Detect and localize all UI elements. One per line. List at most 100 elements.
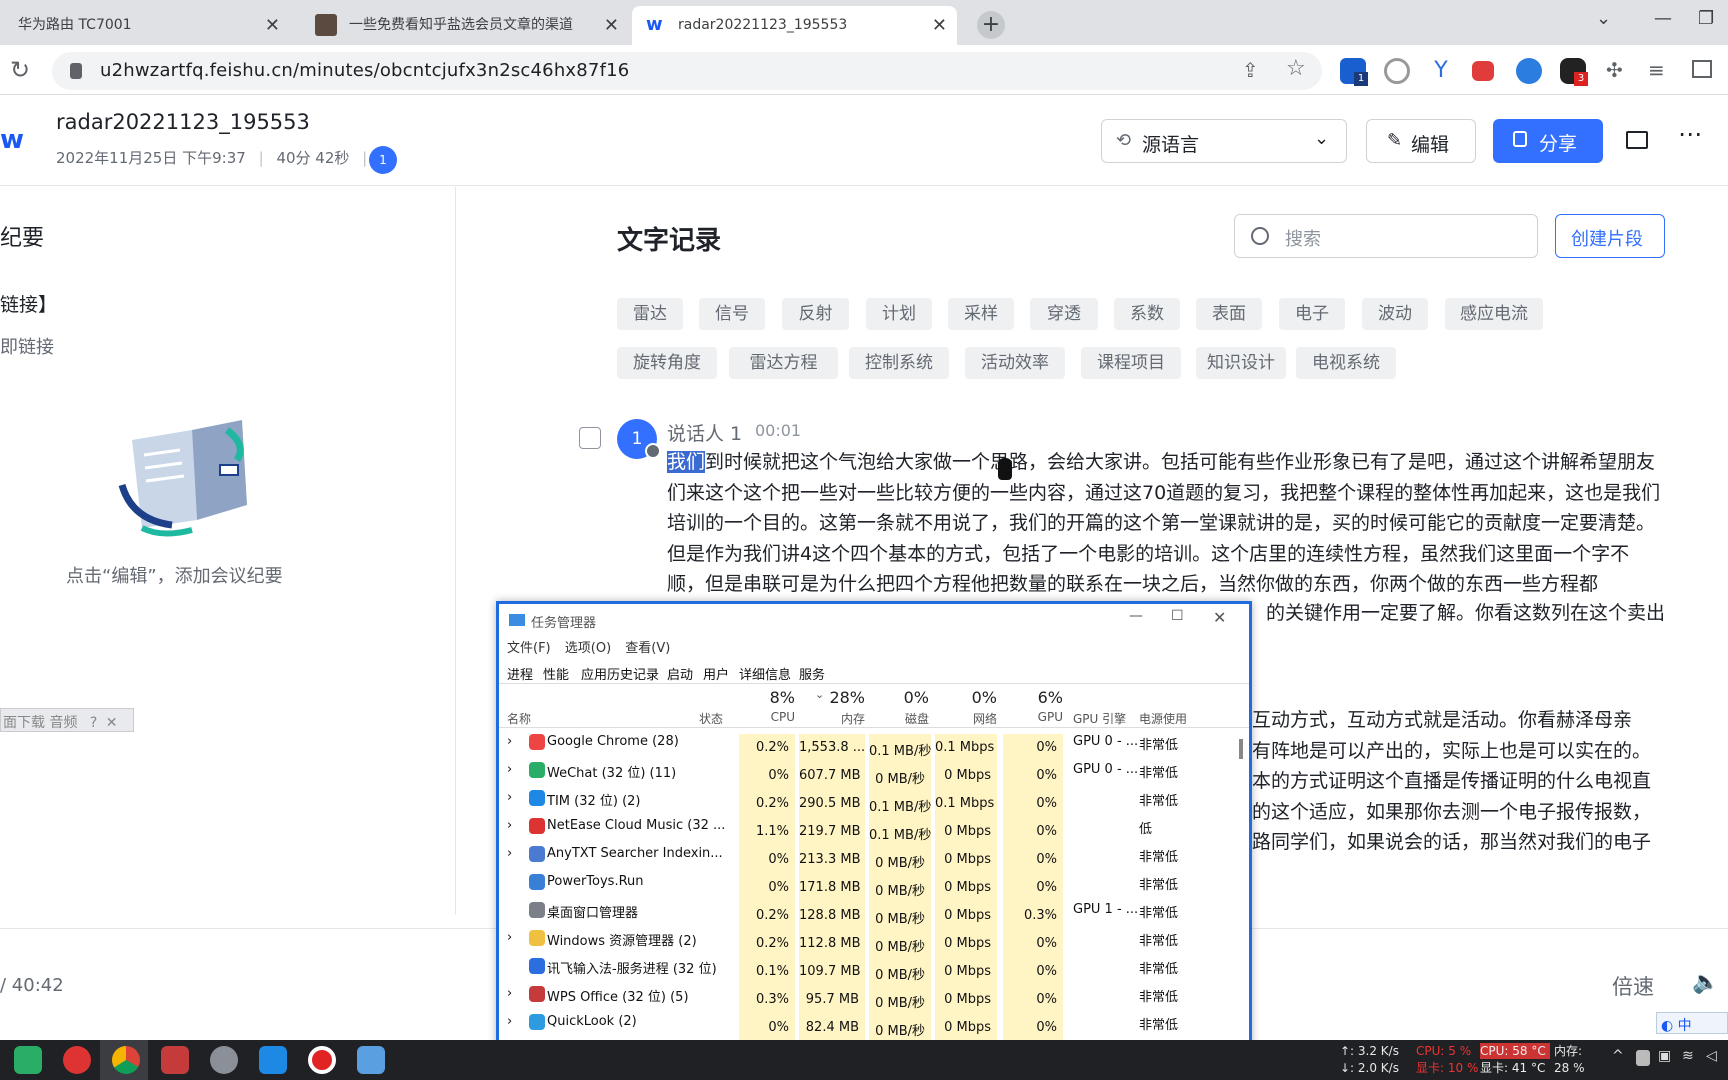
tab-app-history[interactable]: 应用历史记录 [581, 664, 659, 683]
expand-chevron-icon[interactable]: › [507, 790, 512, 805]
reading-list-icon[interactable]: ≡ [1648, 58, 1665, 82]
process-row[interactable]: › NetEase Cloud Music (32 ... 1.1% 219.7 MB… [499, 812, 1249, 846]
tray-app-icon[interactable]: ▣ [1658, 1048, 1671, 1064]
minimize-icon[interactable]: — [1654, 8, 1672, 29]
puzzle-icon[interactable]: ✣ [1606, 58, 1623, 82]
process-row[interactable]: › TIM (32 位) (2) 0.2% 290.5 MB 0.1 MB/秒 0.1 M… [499, 784, 1249, 818]
audio-download-bar[interactable]: 面下载 音频 ? ✕ [0, 708, 134, 732]
extension-1-icon[interactable]: 1 [1340, 58, 1368, 86]
keyword-chip[interactable]: 信号 [699, 298, 765, 330]
maximize-icon[interactable]: ☐ [1171, 608, 1184, 624]
process-row[interactable]: 讯飞输入法-服务进程 (32 位) 0.1% 109.7 MB 0 MB/秒 0 Mbp… [499, 952, 1249, 986]
browser-tab-zhihu[interactable]: 一些免费看知乎盐选会员文章的渠道 ✕ [313, 6, 629, 45]
speed-button[interactable]: 倍速 [1612, 971, 1654, 1001]
present-icon[interactable] [1626, 131, 1648, 149]
expand-chevron-icon[interactable]: › [507, 986, 512, 1001]
wps-taskbar-icon[interactable] [161, 1046, 189, 1074]
col-disk[interactable]: 磁盘 [869, 710, 929, 727]
col-gpu-engine[interactable]: GPU 引擎 [1073, 710, 1126, 727]
bookmark-star-icon[interactable]: ☆ [1286, 56, 1306, 81]
share-page-icon[interactable]: ⇪ [1242, 58, 1259, 82]
more-icon[interactable]: ⋯ [1678, 120, 1702, 148]
expand-chevron-icon[interactable]: › [507, 734, 512, 749]
tray-chevron-icon[interactable]: ^ [1612, 1048, 1624, 1064]
extension-camera-icon[interactable] [1472, 61, 1494, 81]
chrome-taskbar-icon[interactable] [112, 1046, 140, 1074]
process-row[interactable]: › Google Chrome (28) 0.2% 1,553.8 ... 0.1 MB… [499, 728, 1249, 762]
col-name[interactable]: 名称 [507, 710, 531, 727]
extension-circle-icon[interactable] [1384, 58, 1410, 84]
transcript-search-input[interactable]: 搜索 [1234, 214, 1538, 258]
keyword-chip[interactable]: 感应电流 [1445, 298, 1543, 330]
sidepanel-icon[interactable] [1692, 60, 1712, 78]
scrollbar-thumb[interactable] [1239, 739, 1243, 759]
wifi-icon[interactable]: ≋ [1682, 1048, 1694, 1064]
task-manager-window[interactable]: 任务管理器 — ☐ ✕ 文件(F) 选项(O) 查看(V) 进程 性能 应用历史… [496, 601, 1252, 1080]
speaker-tray-icon[interactable]: ◁ [1706, 1048, 1717, 1064]
col-net[interactable]: 网络 [935, 710, 997, 727]
keyword-chip[interactable]: 雷达 [617, 298, 683, 330]
browser-tab-radar[interactable]: w radar20221123_195553 ✕ [632, 6, 957, 45]
expand-chevron-icon[interactable]: › [507, 1014, 512, 1029]
col-power[interactable]: 电源使用 [1139, 710, 1249, 727]
summary-link-text[interactable]: 即链接 [0, 333, 54, 359]
wechat-taskbar-icon[interactable] [14, 1046, 42, 1074]
keyword-chip[interactable]: 表面 [1196, 298, 1262, 330]
keyword-chip[interactable]: 控制系统 [849, 347, 949, 379]
keyword-chip[interactable]: 活动效率 [965, 347, 1065, 379]
new-tab-button[interactable]: + [977, 11, 1005, 39]
keyword-chip[interactable]: 计划 [866, 298, 932, 330]
extension-y-icon[interactable]: Y [1428, 58, 1454, 84]
tab-services[interactable]: 服务 [799, 664, 825, 683]
tab-users[interactable]: 用户 [703, 664, 729, 683]
help-icon[interactable]: ? [90, 715, 97, 731]
expand-chevron-icon[interactable]: › [507, 818, 512, 833]
keyword-chip[interactable]: 电视系统 [1296, 347, 1396, 379]
tab-performance[interactable]: 性能 [543, 664, 569, 683]
col-mem[interactable]: 内存 [799, 710, 865, 727]
process-row[interactable]: › WPS Office (32 位) (5) 0.3% 95.7 MB 0 MB/秒 0… [499, 980, 1249, 1014]
restore-icon[interactable]: ❐ [1698, 8, 1714, 29]
keyword-chip[interactable]: 课程项目 [1081, 347, 1181, 379]
close-icon[interactable]: ✕ [106, 715, 118, 731]
process-row[interactable]: › WeChat (32 位) (11) 0% 607.7 MB 0 MB/秒 0 Mbp… [499, 756, 1249, 790]
taskmgr-taskbar-icon[interactable] [357, 1046, 385, 1074]
ime-toolbar[interactable]: ◐ 中 [1656, 1012, 1728, 1034]
close-icon[interactable]: ✕ [932, 6, 947, 45]
create-clip-button[interactable]: 创建片段 [1555, 214, 1665, 258]
tab-details[interactable]: 详细信息 [739, 664, 791, 683]
tab-processes[interactable]: 进程 [507, 664, 533, 683]
keyword-chip[interactable]: 穿透 [1030, 298, 1098, 330]
menu-file[interactable]: 文件(F) [507, 641, 551, 656]
url-text[interactable]: u2hwzartfq.feishu.cn/minutes/obcntcjufx3… [100, 60, 629, 81]
record-taskbar-icon[interactable] [308, 1046, 336, 1074]
share-button[interactable]: 分享 [1493, 119, 1603, 163]
browser-tab-huawei[interactable]: 华为路由 TC7001 ✕ [0, 6, 290, 45]
minimize-icon[interactable]: — [1129, 608, 1143, 624]
tab-search-icon[interactable]: ⌄ [1596, 8, 1611, 29]
reload-icon[interactable]: ↻ [10, 56, 30, 84]
keyword-chip[interactable]: 反射 [782, 298, 849, 330]
process-row[interactable]: PowerToys.Run 0% 171.8 MB 0 MB/秒 0 Mbps 0% 非常低 [499, 868, 1249, 902]
tim-taskbar-icon[interactable] [259, 1046, 287, 1074]
col-gpu[interactable]: GPU [1003, 710, 1063, 724]
expand-chevron-icon[interactable]: › [507, 846, 512, 861]
settings-taskbar-icon[interactable] [210, 1046, 238, 1074]
speaker-timestamp[interactable]: 00:01 [755, 421, 801, 440]
keyword-chip[interactable]: 采样 [948, 298, 1014, 330]
security-tray-icon[interactable] [1636, 1050, 1650, 1066]
keyword-chip[interactable]: 系数 [1114, 298, 1180, 330]
participant-avatar[interactable]: 1 [369, 146, 397, 174]
keyword-chip[interactable]: 波动 [1362, 298, 1428, 330]
edit-button[interactable]: ✎ 编辑 [1366, 119, 1476, 163]
paragraph-checkbox[interactable] [579, 427, 601, 449]
menu-options[interactable]: 选项(O) [565, 641, 611, 656]
speaker-name[interactable]: 说话人 1 [667, 419, 742, 446]
keyword-chip[interactable]: 知识设计 [1196, 347, 1286, 379]
netease-music-taskbar-icon[interactable] [63, 1046, 91, 1074]
process-row[interactable]: › Windows 资源管理器 (2) 0.2% 112.8 MB 0 MB/秒 0 Mb… [499, 924, 1249, 958]
extension-dark-icon[interactable]: 3 [1560, 58, 1588, 86]
col-cpu[interactable]: CPU [739, 710, 795, 724]
menu-view[interactable]: 查看(V) [625, 641, 670, 656]
col-status[interactable]: 状态 [699, 710, 723, 727]
